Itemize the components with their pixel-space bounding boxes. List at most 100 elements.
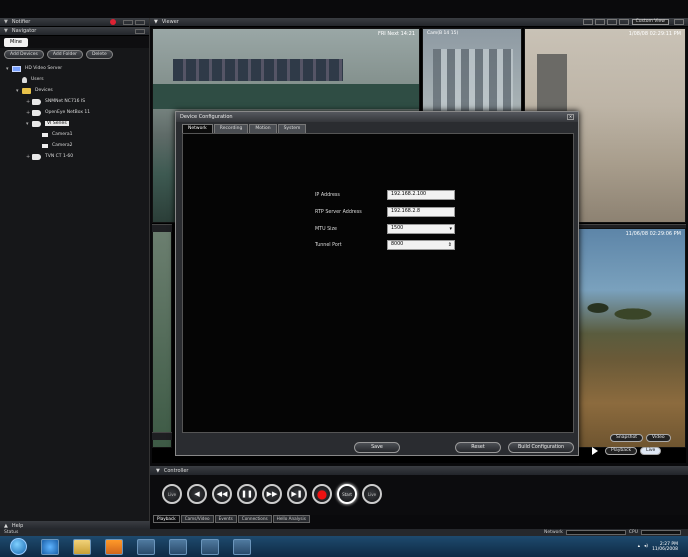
- tree-item-label: SNMNet NC716 IS: [45, 99, 86, 104]
- fast-forward-button[interactable]: ▶▶: [262, 484, 282, 504]
- build-configuration-button[interactable]: Build Configuration: [508, 442, 574, 453]
- live-start-button[interactable]: Live: [162, 484, 182, 504]
- navigator-toolbar: Add Devices Add Folder Delete: [0, 48, 149, 61]
- collapse-icon[interactable]: ▼: [156, 468, 160, 474]
- camera-small-icon: [42, 143, 48, 148]
- tab-recording[interactable]: Recording: [213, 124, 249, 133]
- view-layout-select[interactable]: Custom View: [631, 19, 669, 25]
- media-player-icon[interactable]: [105, 538, 123, 555]
- tree-item-camera[interactable]: Camera2: [6, 140, 149, 151]
- camera-tile-toolbar[interactable]: [152, 432, 172, 440]
- tree-item-server[interactable]: ▾ HD Video Server: [6, 63, 149, 74]
- delete-button[interactable]: Delete: [85, 50, 113, 59]
- controller-title: Controller: [163, 467, 189, 474]
- play-icon[interactable]: [592, 447, 598, 455]
- navigator-header[interactable]: ▼ Navigator: [0, 27, 149, 36]
- controller-tabs: Playback Cams/Video Events Connections H…: [153, 515, 310, 523]
- camera-name: Cam(B 14 15): [427, 31, 459, 36]
- navigator-tab-strip: Mine: [0, 36, 149, 48]
- tab-connections[interactable]: Connections: [237, 515, 272, 523]
- snapshot-button[interactable]: Snapshot: [610, 434, 644, 442]
- video-button[interactable]: Video: [646, 434, 671, 442]
- camera-tile[interactable]: [152, 228, 172, 448]
- layout-3x3-icon[interactable]: [606, 19, 617, 25]
- start-button[interactable]: Start: [337, 484, 357, 504]
- tab-network[interactable]: Network: [182, 124, 213, 133]
- step-forward-button[interactable]: ▶❚: [287, 484, 307, 504]
- camera-icon: [32, 120, 41, 127]
- alert-icon[interactable]: [110, 19, 116, 25]
- notifier-title: Notifier: [11, 19, 31, 25]
- add-folder-button[interactable]: Add Folder: [46, 50, 83, 59]
- record-button[interactable]: ●: [312, 484, 332, 504]
- close-icon[interactable]: ✕: [567, 114, 574, 120]
- tunnel-port-stepper[interactable]: 8000 ⇕: [387, 240, 455, 250]
- live-button[interactable]: Live: [640, 447, 662, 455]
- network-tray-icon[interactable]: ▴: [638, 544, 640, 549]
- add-devices-button[interactable]: Add Devices: [4, 50, 44, 59]
- pin-icon[interactable]: [135, 28, 145, 34]
- pause-button[interactable]: ❚❚: [237, 484, 257, 504]
- dialog-button-reset-wrap: Reset: [455, 442, 501, 453]
- tree-item-users[interactable]: Users: [6, 74, 149, 85]
- chevron-down-icon[interactable]: ▾: [449, 225, 452, 233]
- tab-motion[interactable]: Motion: [249, 124, 277, 133]
- live-end-button[interactable]: Live: [362, 484, 382, 504]
- ip-address-label: IP Address: [315, 192, 340, 198]
- clock[interactable]: 2:27 PM 11/06/2008: [652, 542, 678, 552]
- video-app-icon[interactable]: [201, 538, 219, 555]
- tab-system[interactable]: System: [277, 124, 307, 133]
- layout-1x1-icon[interactable]: [582, 19, 593, 25]
- close-icon[interactable]: [135, 19, 145, 25]
- tree-item-device-selected[interactable]: ▾ VI Series: [6, 118, 149, 129]
- settings-app-icon[interactable]: [233, 538, 251, 555]
- collapse-icon[interactable]: ▼: [154, 19, 158, 25]
- fullscreen-icon[interactable]: [674, 19, 684, 25]
- tab-cams-video[interactable]: Cams/Video: [180, 515, 214, 523]
- save-button[interactable]: Save: [354, 442, 400, 453]
- step-back-button[interactable]: ◀: [187, 484, 207, 504]
- network-app-icon[interactable]: [137, 538, 155, 555]
- tree-item-device[interactable]: + TVN CT 1-60: [6, 151, 149, 162]
- expand-icon[interactable]: ▲: [4, 523, 8, 529]
- notifier-header[interactable]: ▼ Notifier: [0, 18, 149, 27]
- mtu-size-select[interactable]: 1500 ▾: [387, 224, 455, 234]
- tree-item-label: Devices: [35, 88, 53, 93]
- reset-button[interactable]: Reset: [455, 442, 501, 453]
- navigator-tab-mine[interactable]: Mine: [4, 38, 28, 47]
- stepper-icon[interactable]: ⇕: [448, 241, 452, 249]
- tree-item-label: HD Video Server: [25, 66, 63, 71]
- rtp-server-field[interactable]: 192.168.2.8: [387, 207, 455, 217]
- tree-item-camera[interactable]: Camera1: [6, 129, 149, 140]
- controller-header[interactable]: ▼ Controller: [150, 466, 688, 475]
- rtp-server-label: RTP Server Address: [315, 209, 362, 215]
- tree-item-device[interactable]: + SNMNet NC716 IS: [6, 96, 149, 107]
- collapse-icon[interactable]: ▼: [4, 28, 8, 34]
- ip-address-field[interactable]: 192.168.2.100: [387, 190, 455, 200]
- minimize-icon[interactable]: [123, 19, 133, 25]
- tab-hello-analysis[interactable]: Hello Analysis: [272, 515, 310, 523]
- dialog-titlebar[interactable]: Device Configuration ✕: [176, 112, 578, 122]
- file-explorer-icon[interactable]: [73, 538, 91, 555]
- tree-item-device[interactable]: + OpenEye NetBox 11: [6, 107, 149, 118]
- ip-address-row: IP Address 192.168.2.100: [315, 190, 455, 200]
- tree-item-label: OpenEye NetBox 11: [45, 110, 91, 115]
- layout-4x4-icon[interactable]: [618, 19, 629, 25]
- tab-events[interactable]: Events: [214, 515, 237, 523]
- camera-timestamp: 1/08/08 02:29:11 PM: [628, 31, 681, 37]
- tree-item-devices[interactable]: ▾ Devices: [6, 85, 149, 96]
- rewind-button[interactable]: ◀◀: [212, 484, 232, 504]
- camera-small-icon: [42, 132, 48, 137]
- camera-tile-toolbar[interactable]: [152, 224, 172, 232]
- left-panel: ▼ Notifier ▼ Navigator Mine Add Devices …: [0, 18, 150, 530]
- dialog-content: IP Address 192.168.2.100 RTP Server Addr…: [182, 133, 574, 433]
- tunnel-port-value: 8000: [391, 242, 404, 247]
- users-app-icon[interactable]: [169, 538, 187, 555]
- start-menu-icon[interactable]: [10, 538, 27, 555]
- volume-icon[interactable]: ◂): [644, 544, 648, 549]
- playback-button[interactable]: Playback: [605, 447, 638, 455]
- layout-2x2-icon[interactable]: [594, 19, 605, 25]
- tab-playback[interactable]: Playback: [153, 515, 180, 523]
- browser-icon[interactable]: [41, 538, 59, 555]
- collapse-icon[interactable]: ▼: [4, 19, 8, 25]
